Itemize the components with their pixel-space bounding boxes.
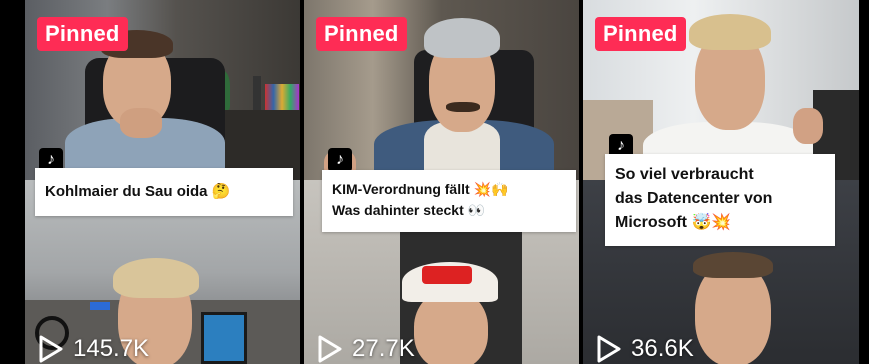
pinned-badge: Pinned xyxy=(595,17,686,51)
pinned-badge: Pinned xyxy=(316,17,407,51)
play-icon xyxy=(39,335,63,363)
tiktok-icon: ♪ xyxy=(328,148,352,172)
caption-line: das Datencenter von xyxy=(615,190,773,207)
video-caption: So viel verbraucht das Datencenter von M… xyxy=(605,154,835,246)
view-count: 36.6K xyxy=(595,334,694,364)
view-count: 145.7K xyxy=(37,334,149,364)
caption-line: KIM-Verordnung fällt 💥🙌 xyxy=(332,181,509,197)
pinned-badge: Pinned xyxy=(37,17,128,51)
play-icon xyxy=(318,335,342,363)
video-tile[interactable]: Pinned ♪ KIM-Verordnung fällt 💥🙌 Was dah… xyxy=(304,0,579,364)
caption-line: So viel verbraucht xyxy=(615,166,754,183)
view-count-value: 27.7K xyxy=(352,335,415,362)
view-count: 27.7K xyxy=(316,334,415,364)
view-count-value: 145.7K xyxy=(73,335,150,362)
caption-line: Was dahinter steckt 👀 xyxy=(332,202,486,218)
video-caption: Kohlmaier du Sau oida 🤔 xyxy=(35,168,293,216)
caption-line: Kohlmaier du Sau oida 🤔 xyxy=(45,183,231,200)
video-tile[interactable]: Pinned ♪ So viel verbraucht das Datencen… xyxy=(583,0,859,364)
view-count-value: 36.6K xyxy=(631,335,694,362)
caption-line: Microsoft 🤯💥 xyxy=(615,214,732,231)
video-caption: KIM-Verordnung fällt 💥🙌 Was dahinter ste… xyxy=(322,170,576,232)
play-icon xyxy=(597,335,621,363)
video-tile[interactable]: Pinned ♪ Kohlmaier du Sau oida 🤔 145.7K xyxy=(25,0,300,364)
